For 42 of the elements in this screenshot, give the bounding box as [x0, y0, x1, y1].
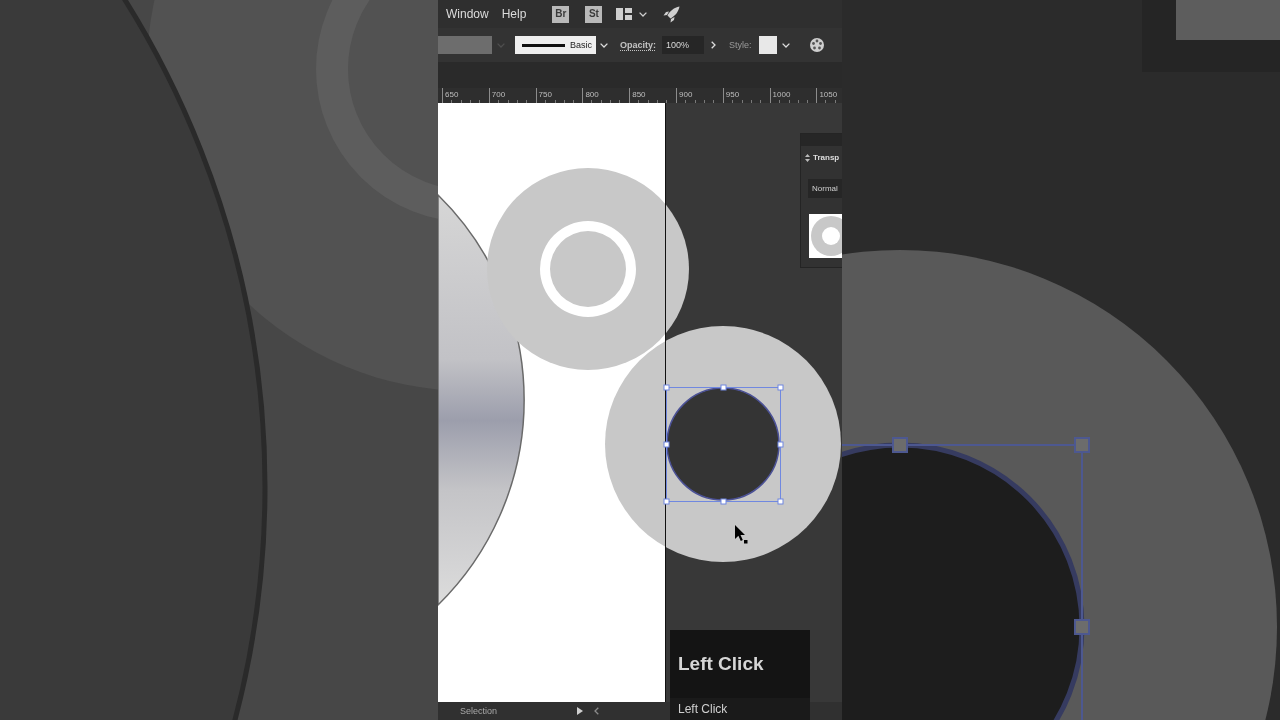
menu-item[interactable]: Help [501, 8, 527, 20]
stroke-profile-dropdown[interactable]: Basic [515, 36, 596, 54]
click-caption: Left Click [670, 698, 810, 720]
tool-name-label: Selection [460, 706, 498, 716]
pointer-cursor-icon [735, 525, 748, 544]
chevron-left-icon[interactable] [594, 707, 600, 715]
ruler-label: 1000 [772, 91, 791, 99]
workspace-layout-icon[interactable] [616, 8, 633, 20]
resize-handle[interactable] [663, 441, 670, 448]
color-wheel-icon[interactable] [809, 38, 824, 52]
style-label: Style: [729, 40, 752, 50]
fill-swatch[interactable] [438, 36, 492, 54]
ruler-label: 700 [491, 91, 506, 99]
resize-handle[interactable] [720, 498, 727, 505]
resize-handle[interactable] [663, 384, 670, 391]
ruler-label: 900 [679, 91, 693, 99]
ruler-label: 850 [632, 91, 646, 99]
panel-title: Transp [813, 154, 840, 162]
ruler-label: 800 [585, 91, 599, 99]
resize-handle[interactable] [777, 384, 784, 391]
rocket-icon[interactable] [663, 5, 681, 23]
ruler-label: 950 [725, 91, 740, 99]
opacity-label[interactable]: Opacity: [620, 40, 656, 50]
thumbnail-drawing [809, 214, 842, 258]
stroke-line-icon [522, 43, 565, 47]
menu-item[interactable]: Window [446, 8, 489, 20]
app-button[interactable]: St [585, 5, 603, 23]
sort-arrows-icon[interactable] [805, 154, 810, 162]
ruler-label: 750 [538, 91, 552, 99]
click-title: Left Click [678, 654, 764, 673]
play-icon[interactable] [577, 707, 584, 715]
app-button[interactable]: Br [552, 5, 570, 23]
blend-mode-dropdown[interactable]: Normal [808, 179, 842, 198]
resize-handle[interactable] [663, 498, 670, 505]
resize-handle[interactable] [777, 441, 784, 448]
resize-handle[interactable] [720, 384, 727, 391]
opacity-field[interactable]: 100% [662, 36, 704, 54]
ruler-label: 650 [445, 91, 459, 99]
style-swatch[interactable] [758, 36, 777, 54]
chevron-right-icon[interactable] [711, 41, 716, 49]
resize-handle[interactable] [777, 498, 784, 505]
ruler-label: 1050 [819, 91, 838, 99]
